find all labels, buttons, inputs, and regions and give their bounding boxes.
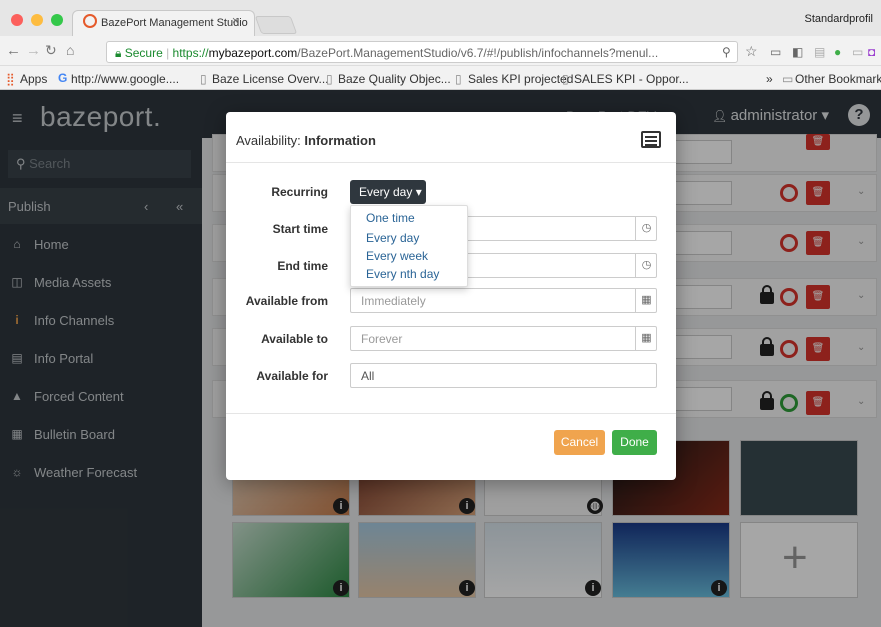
recurring-dropdown[interactable]: Every day ▾ [350,180,426,204]
home-nav-icon[interactable]: ⌂ [66,42,74,58]
available-for-value: All [361,369,375,383]
forward-icon[interactable]: → [26,42,41,59]
available-to-label: Available to [261,332,328,346]
address-bar[interactable]: 🔒︎ Secure | https://mybazeport.com/BazeP… [106,41,738,63]
divider [226,162,676,163]
reload-icon[interactable]: ↻ [45,42,57,59]
bookmark-google[interactable]: http://www.google.... [71,72,179,86]
end-time-label: End time [277,259,328,273]
calendar-icon[interactable]: ▦ [635,289,657,312]
available-to-placeholder: Forever [361,332,403,346]
available-from-label: Available from [245,294,328,308]
extension-icon[interactable]: ▭ [852,45,863,59]
available-from-placeholder: Immediately [361,294,426,308]
cast-icon[interactable]: ▭ [770,45,781,59]
page-icon: ▯ [326,72,333,86]
modal-backdrop[interactable] [0,90,202,627]
page-icon: ▯ [455,72,462,86]
url-scheme: https:// [172,46,209,60]
done-button[interactable]: Done [612,430,657,455]
lock-icon: 🔒︎ [115,46,125,60]
minimize-window-button[interactable] [31,14,43,26]
star-icon[interactable]: ☆ [745,43,758,60]
clock-outline-icon[interactable]: ◷ [635,217,657,240]
cancel-button[interactable]: Cancel [554,430,605,455]
bookmark-apps[interactable]: Apps [20,72,47,86]
extension-icon[interactable]: ● [834,45,841,59]
bookmark-quality[interactable]: Baze Quality Objec... [338,72,451,86]
page-icon: ▯ [200,72,207,86]
bookmark-sales-opp[interactable]: SALES KPI - Oppor... [574,72,689,86]
maximize-window-button[interactable] [51,14,63,26]
option-every-nth-day[interactable]: Every nth day [366,267,439,281]
list-icon[interactable] [641,131,661,148]
power-icon [83,14,97,28]
back-icon[interactable]: ← [6,42,21,59]
available-for-field[interactable]: All [350,363,657,388]
calendar-icon[interactable]: ▦ [635,327,657,350]
folder-icon: ▭ [782,72,794,86]
available-for-label: Available for [256,369,328,383]
option-every-day[interactable]: Every day [366,231,419,245]
option-every-week[interactable]: Every week [366,249,428,263]
url-path: /BazePort.ManagementStudio/v6.7/#!/publi… [297,46,659,60]
close-window-button[interactable] [11,14,23,26]
available-to-field[interactable]: Forever [350,326,657,351]
divider [226,413,676,414]
option-one-time[interactable]: One time [366,211,415,225]
url-host: mybazeport.com [208,46,298,60]
apps-grid-icon[interactable]: ⣿ [6,72,15,86]
extension-icon[interactable]: ▤ [814,45,825,59]
new-tab-button[interactable] [254,16,298,34]
other-bookmarks[interactable]: Other Bookmarks [795,72,881,86]
profile-name[interactable]: Standardprofil [805,13,874,25]
bookmark-license[interactable]: Baze License Overv... [212,72,329,86]
browser-tab[interactable]: BazePort Management Studio [72,10,255,36]
modal-title-bold: Information [304,133,376,148]
clock-outline-icon[interactable]: ◷ [635,254,657,277]
zoom-icon[interactable]: ⚲ [722,45,731,59]
bookmark-sales-kpi[interactable]: Sales KPI projected [468,72,573,86]
start-time-label: Start time [272,222,328,236]
extension-icon[interactable]: ◘ [868,45,875,59]
more-bookmarks[interactable]: » [766,72,773,86]
tab-close-icon[interactable]: × [232,15,238,27]
available-from-field[interactable]: Immediately [350,288,657,313]
recurring-label: Recurring [271,185,328,199]
page-icon: ▯ [562,72,569,86]
modal-title: Availability: Information [236,133,376,148]
google-icon: G [58,71,68,85]
secure-label: Secure [124,46,163,60]
extension-icon[interactable]: ◧ [792,45,803,59]
tab-title: BazePort Management Studio [101,17,248,29]
modal-title-prefix: Availability: [236,133,305,148]
